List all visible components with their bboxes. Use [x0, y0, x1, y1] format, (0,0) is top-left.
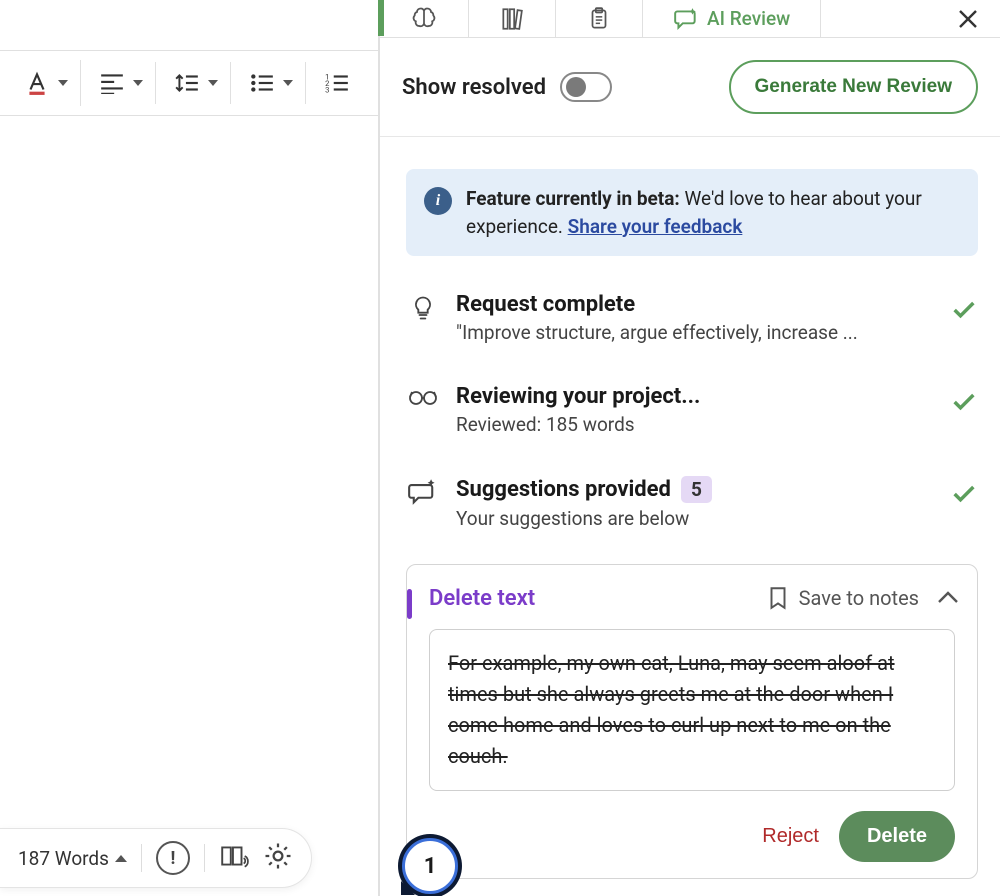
- text-color-button[interactable]: [18, 64, 74, 102]
- check-icon: [950, 296, 978, 324]
- show-resolved-toggle[interactable]: [560, 72, 612, 102]
- reject-button[interactable]: Reject: [762, 825, 819, 848]
- suggestion-header: Delete text Save to notes: [407, 565, 977, 615]
- glasses-icon: [408, 386, 438, 408]
- chevron-down-icon: [283, 80, 293, 86]
- brain-icon: [410, 5, 438, 33]
- status-sub: Reviewed: 185 words: [456, 413, 934, 436]
- info-icon: i: [424, 187, 452, 215]
- word-count-button[interactable]: 187 Words: [18, 847, 127, 870]
- status-title: Suggestions provided: [456, 477, 671, 502]
- save-to-notes-button[interactable]: Save to notes: [767, 585, 919, 611]
- share-feedback-link[interactable]: Share your feedback: [568, 215, 743, 238]
- status-sub: "Improve structure, argue effectively, i…: [456, 321, 934, 344]
- active-tab-indicator: [378, 0, 384, 36]
- status-reviewing: Reviewing your project... Reviewed: 185 …: [406, 354, 978, 446]
- settings-button[interactable]: [263, 841, 293, 875]
- library-icon: [499, 6, 525, 32]
- panel-tabs: AI Review: [380, 0, 1000, 38]
- collapse-suggestion-button[interactable]: [937, 589, 959, 608]
- status-title: Request complete: [456, 292, 934, 317]
- chat-sparkle-icon: [673, 6, 699, 32]
- align-left-icon: [99, 72, 125, 94]
- line-spacing-icon: [174, 72, 200, 94]
- gear-icon: [263, 841, 293, 871]
- line-spacing-button[interactable]: [168, 66, 224, 100]
- tab-ai-review-label: AI Review: [707, 7, 790, 30]
- word-count-label: 187 Words: [18, 847, 109, 870]
- floating-counter-value: 1: [424, 854, 437, 879]
- svg-text:3: 3: [325, 86, 329, 94]
- status-bar: 187 Words !: [0, 828, 312, 888]
- suggestion-count-badge: 5: [681, 476, 712, 503]
- suggestion-title: Delete text: [429, 586, 535, 611]
- tab-ai-review[interactable]: AI Review: [643, 0, 821, 37]
- status-list: Request complete "Improve structure, arg…: [380, 256, 1000, 540]
- status-request-complete: Request complete "Improve structure, arg…: [406, 262, 978, 354]
- chevron-up-icon: [937, 590, 959, 604]
- tab-brain[interactable]: [380, 0, 469, 37]
- beta-info-banner: i Feature currently in beta: We'd love t…: [406, 169, 978, 256]
- text-color-icon: [24, 70, 50, 96]
- chat-sparkle-icon: [408, 478, 438, 506]
- bullet-list-icon: [249, 72, 275, 94]
- tab-clipboard[interactable]: [556, 0, 643, 37]
- align-button[interactable]: [93, 66, 149, 100]
- bookmark-icon: [767, 585, 789, 611]
- toggle-knob: [566, 77, 586, 97]
- panel-header: Show resolved Generate New Review: [380, 38, 1000, 137]
- info-text: Feature currently in beta: We'd love to …: [466, 185, 960, 240]
- status-sub: Your suggestions are below: [456, 507, 934, 530]
- generate-review-button[interactable]: Generate New Review: [729, 60, 978, 114]
- status-suggestions: Suggestions provided 5 Your suggestions …: [406, 446, 978, 540]
- chevron-up-icon: [115, 855, 127, 862]
- editor-toolbar: 1 2 3: [0, 50, 378, 116]
- issues-button[interactable]: !: [156, 841, 190, 875]
- read-aloud-button[interactable]: [219, 842, 249, 874]
- book-audio-icon: [219, 842, 249, 870]
- suggestion-body: For example, my own cat, Luna, may seem …: [429, 629, 955, 791]
- bullet-list-button[interactable]: [243, 66, 299, 100]
- numbered-list-button[interactable]: 1 2 3: [318, 66, 356, 100]
- save-to-notes-label: Save to notes: [799, 586, 919, 610]
- suggestion-accent: [407, 589, 412, 619]
- divider: [204, 844, 205, 872]
- close-icon: [956, 7, 980, 31]
- suggestion-actions: Reject Delete: [407, 791, 977, 878]
- chevron-down-icon: [133, 80, 143, 86]
- suggestion-card: Delete text Save to notes For example, m…: [406, 564, 978, 879]
- chevron-down-icon: [58, 80, 68, 86]
- chevron-down-icon: [208, 80, 218, 86]
- divider: [141, 844, 142, 872]
- tab-library[interactable]: [469, 0, 556, 37]
- delete-button[interactable]: Delete: [839, 811, 955, 862]
- floating-suggestion-counter[interactable]: 1: [402, 838, 458, 894]
- clipboard-icon: [586, 6, 612, 32]
- check-icon: [950, 480, 978, 508]
- info-bold: Feature currently in beta:: [466, 187, 680, 210]
- check-icon: [950, 388, 978, 416]
- numbered-list-icon: 1 2 3: [324, 72, 350, 94]
- editor-area: 1 2 3: [0, 0, 378, 896]
- status-title: Reviewing your project...: [456, 384, 934, 409]
- ai-review-panel: AI Review Show resolved Generate New Rev…: [378, 0, 1000, 896]
- close-panel-button[interactable]: [936, 0, 1000, 37]
- show-resolved-label: Show resolved: [402, 75, 546, 100]
- lightbulb-icon: [409, 294, 437, 322]
- suggestion-deleted-text: For example, my own cat, Luna, may seem …: [448, 648, 936, 772]
